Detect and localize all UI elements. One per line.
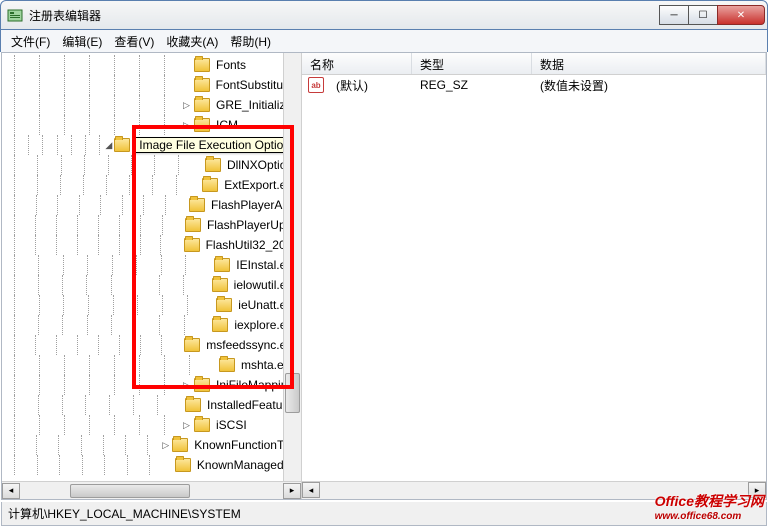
tree-node-ieunatt[interactable]: ▷ieUnatt.exe xyxy=(6,295,301,315)
tree-node-inifilemapping[interactable]: ▷IniFileMapping xyxy=(6,375,301,395)
folder-icon xyxy=(194,418,210,432)
folder-icon xyxy=(194,78,210,92)
list-horizontal-scrollbar[interactable]: ◂ ▸ xyxy=(302,481,766,499)
tree-node-flashplayerupda[interactable]: ▷FlashPlayerUpda xyxy=(6,215,301,235)
folder-icon xyxy=(194,378,210,392)
expander-icon[interactable]: ▷ xyxy=(181,120,192,131)
scroll-right-button[interactable]: ▸ xyxy=(283,483,301,499)
column-header-data[interactable]: 数据 xyxy=(532,53,766,74)
folder-icon xyxy=(184,238,200,252)
values-panel: 名称 类型 数据 ab (默认) REG_SZ (数值未设置) ◂ ▸ xyxy=(302,53,766,499)
folder-icon xyxy=(216,298,232,312)
window-title: 注册表编辑器 xyxy=(29,7,101,24)
registry-tree[interactable]: ▷Fonts ▷FontSubstitutes ▷GRE_Initialize … xyxy=(2,53,301,481)
cell-data: (数值未设置) xyxy=(532,77,766,94)
column-header-type[interactable]: 类型 xyxy=(412,53,532,74)
expander-icon[interactable]: ▷ xyxy=(181,380,192,391)
folder-icon xyxy=(184,338,200,352)
tree-node-iscsi[interactable]: ▷iSCSI xyxy=(6,415,301,435)
tree-node-fontsubstitutes[interactable]: ▷FontSubstitutes xyxy=(6,75,301,95)
list-body: ab (默认) REG_SZ (数值未设置) xyxy=(302,75,766,95)
folder-icon xyxy=(194,118,210,132)
folder-icon xyxy=(189,198,205,212)
folder-icon xyxy=(205,158,221,172)
tree-node-knownfunctiontable[interactable]: ▷KnownFunctionTabl xyxy=(6,435,301,455)
maximize-button[interactable]: ☐ xyxy=(688,5,718,25)
tree-node-ifeo[interactable]: ◢ Image File Execution Options xyxy=(6,135,301,155)
folder-icon xyxy=(172,438,188,452)
tree-horizontal-scrollbar[interactable]: ◂ ▸ xyxy=(2,481,301,499)
tree-vertical-scrollbar[interactable] xyxy=(283,53,301,481)
status-bar: 计算机\HKEY_LOCAL_MACHINE\SYSTEM xyxy=(1,502,767,526)
folder-icon xyxy=(202,178,218,192)
tree-node-ieinstal[interactable]: ▷IEInstal.exe xyxy=(6,255,301,275)
expander-icon[interactable]: ▷ xyxy=(181,100,192,111)
window-buttons: ─ ☐ ✕ xyxy=(659,5,765,25)
tree-node-mshta[interactable]: ▷mshta.exe xyxy=(6,355,301,375)
scrollbar-thumb[interactable] xyxy=(70,484,190,498)
folder-icon xyxy=(175,458,191,472)
folder-icon xyxy=(194,98,210,112)
folder-icon xyxy=(185,218,201,232)
list-row-default[interactable]: ab (默认) REG_SZ (数值未设置) xyxy=(302,75,766,95)
close-button[interactable]: ✕ xyxy=(717,5,765,25)
tree-node-gre-initialize[interactable]: ▷GRE_Initialize xyxy=(6,95,301,115)
scrollbar-track[interactable] xyxy=(20,483,283,499)
tree-node-extexport[interactable]: ▷ExtExport.exe xyxy=(6,175,301,195)
client-area: ▷Fonts ▷FontSubstitutes ▷GRE_Initialize … xyxy=(1,52,767,500)
folder-icon xyxy=(214,258,230,272)
tree-panel: ▷Fonts ▷FontSubstitutes ▷GRE_Initialize … xyxy=(2,53,302,499)
tree-node-icm[interactable]: ▷ICM xyxy=(6,115,301,135)
scroll-left-button[interactable]: ◂ xyxy=(302,482,320,498)
expander-icon[interactable]: ◢ xyxy=(105,140,112,151)
menu-help[interactable]: 帮助(H) xyxy=(224,31,277,52)
tree-node-dllnxoptions[interactable]: ▷DllNXOptions xyxy=(6,155,301,175)
scrollbar-thumb[interactable] xyxy=(285,373,300,413)
menu-view[interactable]: 查看(V) xyxy=(108,31,160,52)
cell-type: REG_SZ xyxy=(412,78,532,92)
folder-icon xyxy=(219,358,235,372)
expander-icon[interactable]: ▷ xyxy=(161,440,170,451)
tree-node-fonts[interactable]: ▷Fonts xyxy=(6,55,301,75)
column-header-name[interactable]: 名称 xyxy=(302,53,412,74)
title-bar: 注册表编辑器 ─ ☐ ✕ xyxy=(0,0,768,30)
tree-node-ifeo-tooltip: Image File Execution Options xyxy=(134,137,301,153)
folder-icon xyxy=(114,138,130,152)
expander-icon[interactable]: ▷ xyxy=(181,420,192,431)
tree-node-installedfeatures[interactable]: ▷InstalledFeatures xyxy=(6,395,301,415)
menu-file[interactable]: 文件(F) xyxy=(5,31,56,52)
scroll-right-button[interactable]: ▸ xyxy=(748,482,766,498)
menu-favorites[interactable]: 收藏夹(A) xyxy=(160,31,224,52)
folder-icon xyxy=(185,398,201,412)
string-value-icon: ab xyxy=(308,77,324,93)
tree-node-flashplayerapp[interactable]: ▷FlashPlayerApp. xyxy=(6,195,301,215)
folder-icon xyxy=(212,278,228,292)
folder-icon xyxy=(212,318,228,332)
list-header: 名称 类型 数据 xyxy=(302,53,766,75)
cell-name: (默认) xyxy=(328,77,412,94)
tree-node-iexplore[interactable]: ▷iexplore.exe xyxy=(6,315,301,335)
menu-edit[interactable]: 编辑(E) xyxy=(56,31,108,52)
minimize-button[interactable]: ─ xyxy=(659,5,689,25)
scroll-left-button[interactable]: ◂ xyxy=(2,483,20,499)
tree-node-flashutil32[interactable]: ▷FlashUtil32_20_0 xyxy=(6,235,301,255)
status-path: 计算机\HKEY_LOCAL_MACHINE\SYSTEM xyxy=(8,505,241,522)
folder-icon xyxy=(194,58,210,72)
regedit-icon xyxy=(7,7,23,23)
tree-node-msfeedssync[interactable]: ▷msfeedssync.exe xyxy=(6,335,301,355)
menu-bar: 文件(F) 编辑(E) 查看(V) 收藏夹(A) 帮助(H) xyxy=(0,30,768,52)
tree-node-ielowutil[interactable]: ▷ielowutil.exe xyxy=(6,275,301,295)
tree-node-knownmanagedde[interactable]: ▷KnownManagedDe xyxy=(6,455,301,475)
scrollbar-track[interactable] xyxy=(320,482,748,498)
